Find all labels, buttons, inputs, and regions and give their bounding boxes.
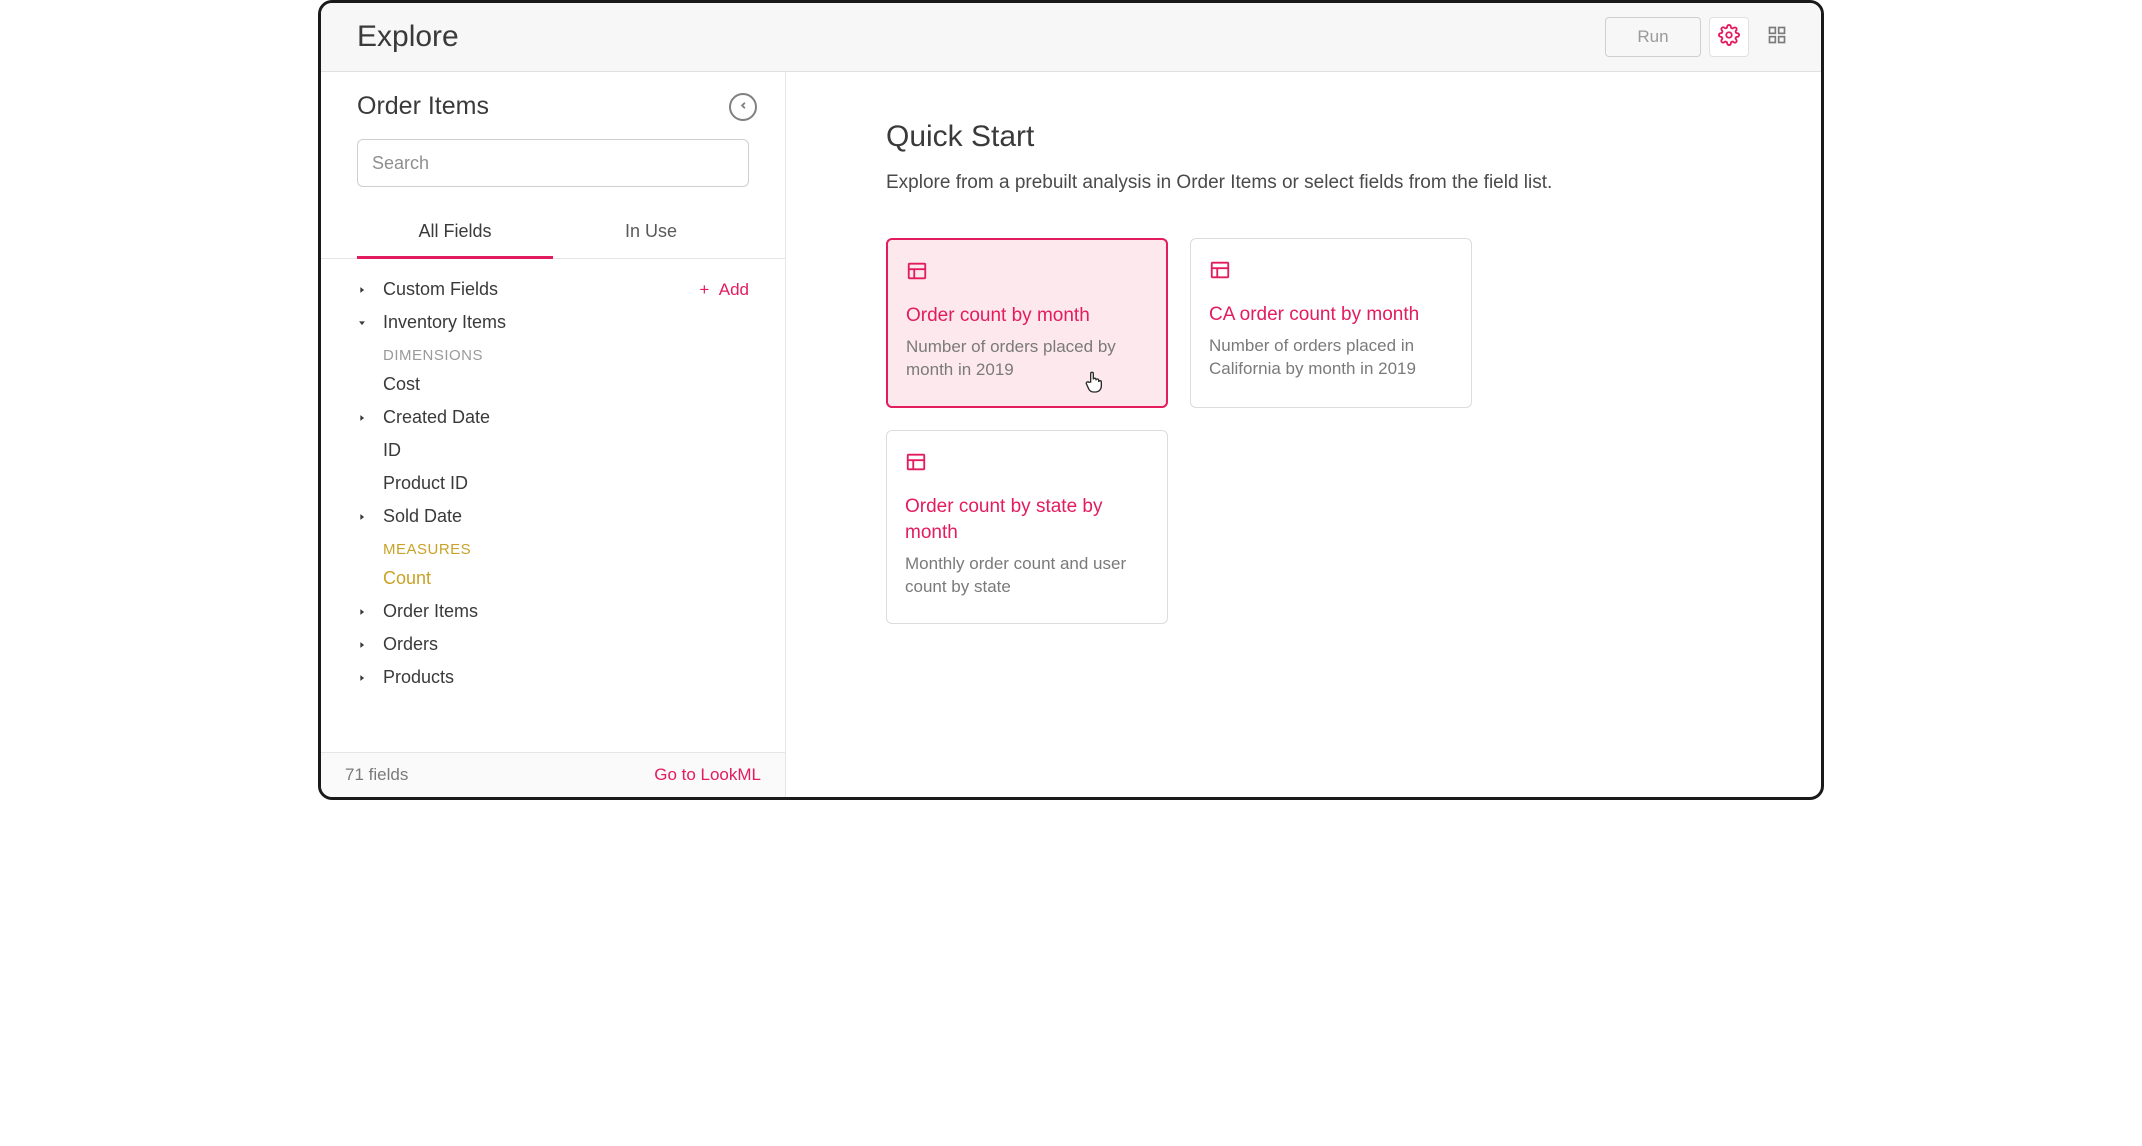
quick-start-cards: Order count by month Number of orders pl… [886,238,1773,624]
topbar-actions: Run [1605,17,1797,57]
add-custom-field-button[interactable]: + Add [699,280,749,300]
card-desc: Monthly order count and user count by st… [905,552,1149,600]
settings-button[interactable] [1709,17,1749,57]
table-icon [906,260,1148,287]
run-button[interactable]: Run [1605,17,1701,57]
dashboard-button[interactable] [1757,17,1797,57]
group-inventory-items[interactable]: Inventory Items [321,306,785,339]
group-orders[interactable]: Orders [321,628,785,661]
chevron-down-icon [357,318,383,328]
go-to-lookml-link[interactable]: Go to LookML [654,765,761,785]
search-wrap [321,127,785,187]
body: Order Items All Fields In Use [321,72,1821,797]
group-products[interactable]: Products [321,661,785,694]
chevron-right-icon [357,285,383,295]
field-tabs: All Fields In Use [321,187,785,259]
measures-label: MEASURES [321,533,785,562]
chevron-left-icon [738,98,749,116]
table-icon [1209,259,1453,286]
quick-start-card-ca-order-count-by-month[interactable]: CA order count by month Number of orders… [1190,238,1472,408]
group-label: Inventory Items [383,312,749,333]
field-sold-date[interactable]: Sold Date [321,500,785,533]
page-title: Explore [357,20,459,54]
field-cost[interactable]: Cost [321,368,785,401]
field-count[interactable]: Count [321,562,785,595]
chevron-right-icon [357,512,383,522]
field-count: 71 fields [345,765,408,785]
quick-start-heading: Quick Start [886,120,1773,154]
topbar: Explore Run [321,3,1821,72]
card-title: CA order count by month [1209,302,1453,328]
card-desc: Number of orders placed in California by… [1209,334,1453,382]
chevron-right-icon [357,607,383,617]
gear-icon [1718,24,1740,51]
collapse-sidebar-button[interactable] [729,93,757,121]
group-order-items[interactable]: Order Items [321,595,785,628]
main-content: Quick Start Explore from a prebuilt anal… [786,72,1821,797]
field-product-id[interactable]: Product ID [321,467,785,500]
explore-window: Explore Run [318,0,1824,800]
group-label: Custom Fields [383,279,699,300]
field-picker-sidebar: Order Items All Fields In Use [321,72,786,797]
card-title: Order count by state by month [905,494,1149,545]
tab-in-use[interactable]: In Use [553,211,749,258]
grid-icon [1767,25,1787,50]
sidebar-header: Order Items [321,72,785,127]
field-list: Custom Fields + Add Inventory Items DIME… [321,259,785,752]
field-id[interactable]: ID [321,434,785,467]
chevron-right-icon [357,640,383,650]
tab-all-fields[interactable]: All Fields [357,211,553,259]
quick-start-card-order-count-by-state-by-month[interactable]: Order count by state by month Monthly or… [886,430,1168,624]
card-desc: Number of orders placed by month in 2019 [906,335,1148,383]
search-input[interactable] [357,139,749,187]
chevron-right-icon [357,413,383,423]
explore-name: Order Items [357,92,489,121]
field-created-date[interactable]: Created Date [321,401,785,434]
group-custom-fields[interactable]: Custom Fields + Add [321,273,785,306]
chevron-right-icon [357,673,383,683]
dimensions-label: DIMENSIONS [321,339,785,368]
quick-start-card-order-count-by-month[interactable]: Order count by month Number of orders pl… [886,238,1168,408]
table-icon [905,451,1149,478]
sidebar-footer: 71 fields Go to LookML [321,752,785,797]
quick-start-subtitle: Explore from a prebuilt analysis in Orde… [886,172,1773,194]
card-title: Order count by month [906,303,1148,329]
